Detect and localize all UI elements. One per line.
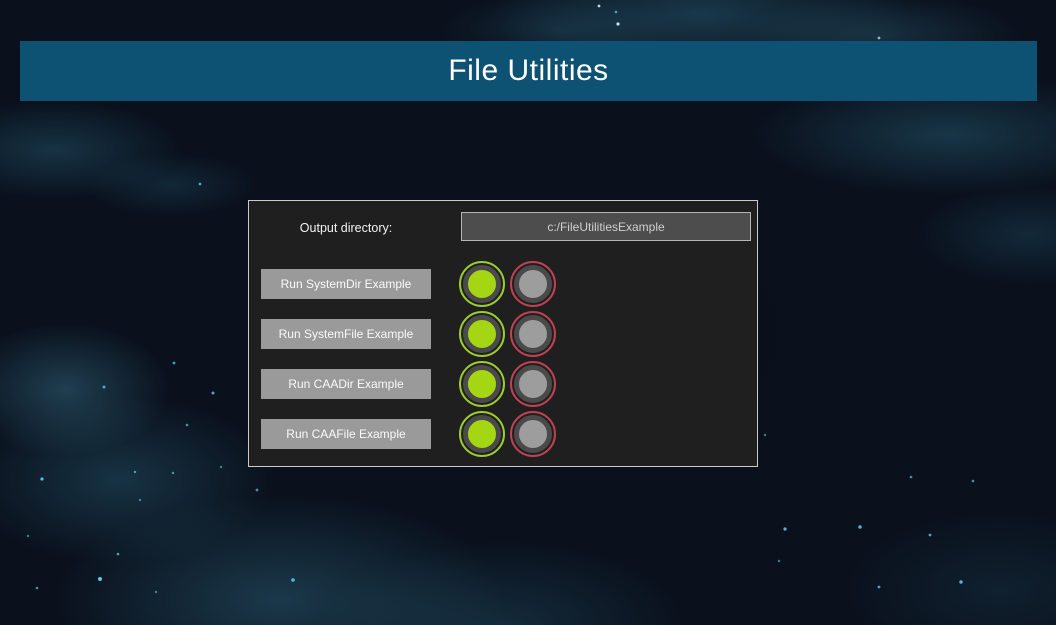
systemdir-success-led-icon (459, 261, 505, 307)
led-bezel (514, 365, 552, 403)
led-bezel (463, 315, 501, 353)
systemfile-success-led-icon (459, 311, 505, 357)
caafile-failure-led-icon (510, 411, 556, 457)
caadir-success-led-icon (459, 361, 505, 407)
led-bezel (514, 315, 552, 353)
systemfile-failure-led-icon (510, 311, 556, 357)
led-bezel (463, 265, 501, 303)
main-panel: Output directory: Run SystemDir Example … (248, 200, 758, 467)
led-bezel (514, 265, 552, 303)
output-directory-label: Output directory: (261, 221, 431, 235)
run-caadir-example-button[interactable]: Run CAADir Example (261, 369, 431, 399)
app-title: File Utilities (448, 54, 608, 87)
run-systemfile-example-button[interactable]: Run SystemFile Example (261, 319, 431, 349)
led-bezel (463, 415, 501, 453)
caafile-success-led-icon (459, 411, 505, 457)
star-particles (0, 0, 2, 2)
caadir-failure-led-icon (510, 361, 556, 407)
led-bezel (463, 365, 501, 403)
led-bezel (514, 415, 552, 453)
header-bar: File Utilities (20, 41, 1037, 101)
output-directory-input[interactable] (461, 212, 751, 241)
run-caafile-example-button[interactable]: Run CAAFile Example (261, 419, 431, 449)
systemdir-failure-led-icon (510, 261, 556, 307)
run-systemdir-example-button[interactable]: Run SystemDir Example (261, 269, 431, 299)
